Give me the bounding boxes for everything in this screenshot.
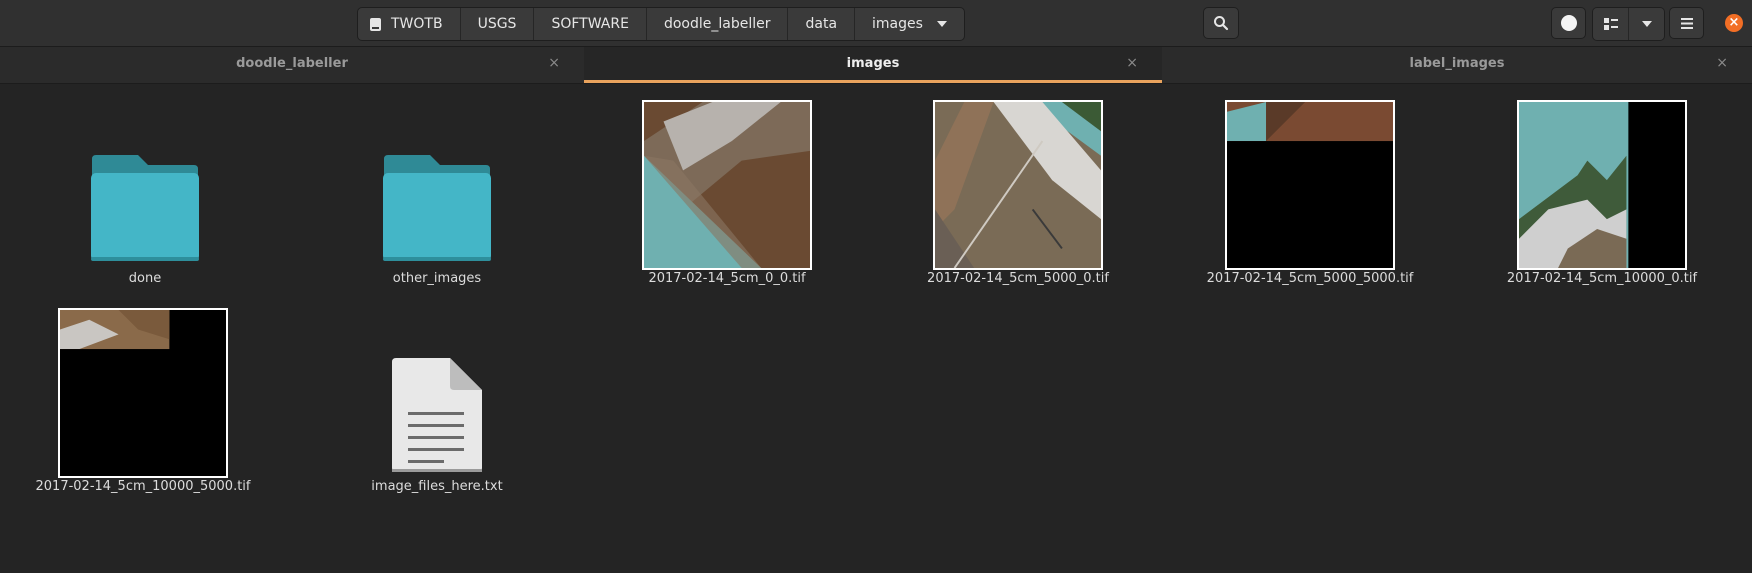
view-toggle-group	[1592, 7, 1665, 41]
file-name: 2017-02-14_5cm_5000_5000.tif	[1206, 271, 1414, 286]
folder-item[interactable]: done	[90, 150, 200, 300]
image-thumbnail	[1225, 100, 1395, 270]
tab-label: doodle_labeller	[236, 56, 348, 71]
tab-doodle-labeller[interactable]: doodle_labeller ×	[0, 47, 584, 83]
file-name: 2017-02-14_5cm_0_0.tif	[648, 271, 806, 286]
search-icon	[1214, 16, 1229, 31]
file-name: done	[128, 271, 162, 286]
breadcrumb-data[interactable]: data	[788, 8, 856, 40]
image-file-item[interactable]: 2017-02-14_5cm_5000_0.tif	[927, 100, 1109, 290]
tab-close-icon[interactable]: ×	[548, 55, 560, 71]
close-icon: ×	[1728, 15, 1740, 30]
folder-icon	[91, 155, 199, 261]
breadcrumb-images[interactable]: images	[855, 8, 964, 40]
menu-button[interactable]	[1669, 7, 1704, 39]
file-name: other_images	[392, 271, 482, 286]
folder-item[interactable]: other_images	[382, 150, 492, 300]
folder-icon	[383, 155, 491, 261]
tab-images[interactable]: images ×	[584, 47, 1162, 83]
image-thumbnail	[642, 100, 812, 270]
grid-view-button[interactable]	[1593, 8, 1629, 40]
tab-close-icon[interactable]: ×	[1126, 55, 1138, 71]
view-options-button[interactable]	[1629, 8, 1664, 40]
image-file-item[interactable]: 2017-02-14_5cm_5000_5000.tif	[1207, 100, 1413, 290]
image-file-item[interactable]: 2017-02-14_5cm_10000_5000.tif	[36, 308, 251, 498]
image-file-item[interactable]: 2017-02-14_5cm_0_0.tif	[642, 100, 812, 290]
image-file-item[interactable]: 2017-02-14_5cm_10000_0.tif	[1507, 100, 1697, 290]
header-bar: TWOTB USGS SOFTWARE doodle_labeller data…	[0, 0, 1752, 47]
breadcrumb-label: images	[872, 16, 923, 32]
breadcrumb-software[interactable]: SOFTWARE	[534, 8, 647, 40]
tab-label: label_images	[1409, 56, 1505, 71]
file-name: 2017-02-14_5cm_10000_5000.tif	[35, 479, 251, 494]
hamburger-menu-icon	[1680, 17, 1693, 29]
breadcrumb-usgs[interactable]: USGS	[461, 8, 535, 40]
breadcrumb-twotb[interactable]: TWOTB	[358, 8, 461, 40]
window-close-button[interactable]: ×	[1725, 14, 1743, 32]
image-thumbnail	[58, 308, 228, 478]
path-bar: TWOTB USGS SOFTWARE doodle_labeller data…	[357, 7, 965, 41]
image-thumbnail	[1517, 100, 1687, 270]
tab-label-images[interactable]: label_images ×	[1162, 47, 1752, 83]
chevron-down-icon	[1641, 21, 1652, 27]
chevron-down-icon[interactable]	[936, 21, 947, 27]
circle-icon	[1560, 15, 1577, 31]
file-name: image_files_here.txt	[371, 479, 503, 494]
breadcrumb-label: TWOTB	[391, 16, 443, 32]
tab-label: images	[846, 56, 900, 71]
zoom-indicator-button[interactable]	[1551, 7, 1586, 39]
tab-bar: doodle_labeller × images × label_images …	[0, 47, 1752, 84]
drive-icon	[370, 17, 381, 31]
file-name: 2017-02-14_5cm_10000_0.tif	[1506, 271, 1698, 286]
breadcrumb-doodle-labeller[interactable]: doodle_labeller	[647, 8, 789, 40]
image-thumbnail	[933, 100, 1103, 270]
file-name: 2017-02-14_5cm_5000_0.tif	[927, 271, 1109, 286]
search-button[interactable]	[1203, 7, 1239, 39]
tab-close-icon[interactable]: ×	[1716, 55, 1728, 71]
grid-view-icon	[1603, 18, 1618, 30]
text-file-icon	[392, 358, 482, 472]
text-file-item[interactable]: image_files_here.txt	[371, 356, 503, 496]
